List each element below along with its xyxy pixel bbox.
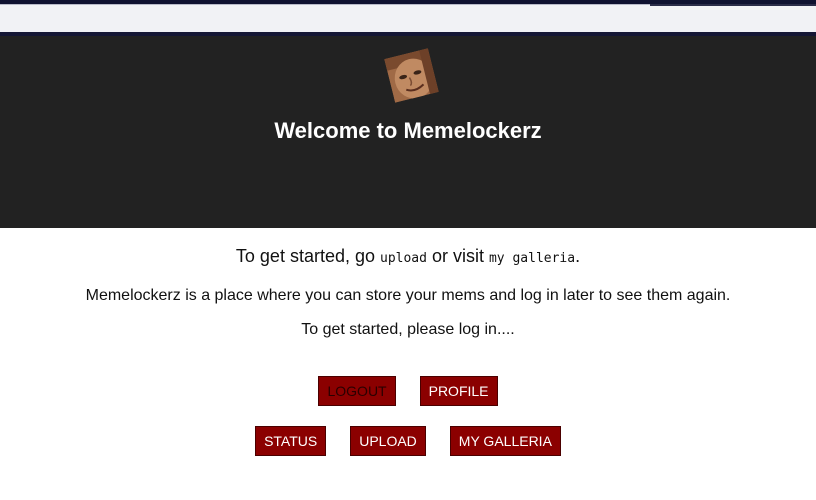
logout-button[interactable]: LOGOUT — [318, 376, 396, 406]
nav-button-row: STATUS UPLOAD MY GALLERIA — [0, 426, 816, 456]
intro-suffix: . — [575, 246, 581, 266]
upload-button[interactable]: UPLOAD — [350, 426, 426, 456]
intro-prefix: To get started, go — [235, 246, 380, 266]
browser-top-bar — [0, 0, 816, 36]
page-title: Welcome to Memelockerz — [274, 118, 542, 143]
hero-banner: Welcome to Memelockerz — [0, 36, 816, 228]
galleria-code: my galleria — [488, 251, 576, 266]
my-galleria-button[interactable]: MY GALLERIA — [449, 426, 561, 456]
status-button[interactable]: STATUS — [255, 426, 327, 456]
top-bar-accent — [650, 4, 816, 6]
login-prompt: To get started, please log in.... — [301, 321, 515, 338]
intro-text: To get started, go upload or visit my ga… — [0, 245, 816, 270]
main-content: To get started, go upload or visit my ga… — [0, 245, 816, 456]
top-bar-divider — [0, 4, 650, 5]
profile-button[interactable]: PROFILE — [419, 376, 498, 406]
upload-code: upload — [380, 251, 427, 266]
account-button-row: LOGOUT PROFILE — [0, 376, 816, 406]
description-text: Memelockerz is a place where you can sto… — [85, 287, 731, 304]
intro-middle: or visit — [426, 246, 489, 266]
meme-face-avatar-icon — [384, 48, 439, 103]
